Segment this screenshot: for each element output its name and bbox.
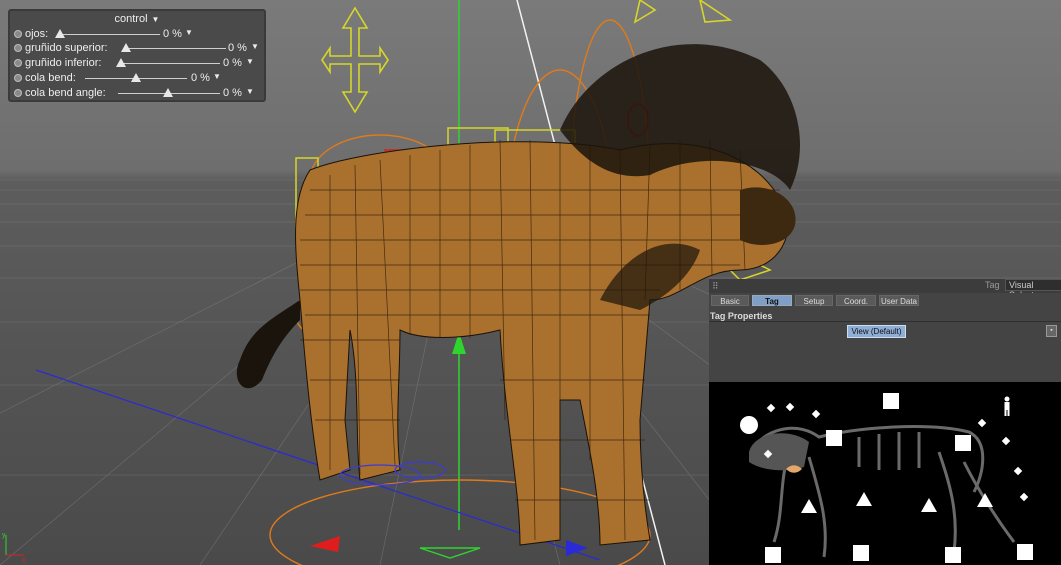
triangle-knob-icon[interactable] <box>55 29 65 38</box>
control-title-label: control <box>114 13 148 25</box>
keyframe-dot-icon[interactable] <box>14 30 22 38</box>
triangle-knob-icon[interactable] <box>163 88 173 97</box>
tab-coord[interactable]: Coord. <box>836 295 876 306</box>
tab-basic[interactable]: Basic <box>711 295 749 306</box>
picker-diamond-icon[interactable] <box>1001 436 1011 446</box>
control-value[interactable]: 0 % <box>191 72 210 84</box>
tab-tag[interactable]: Tag <box>752 295 792 306</box>
visual-selector-picker[interactable] <box>709 382 1061 565</box>
grip-icon[interactable]: ⠿ <box>712 281 719 292</box>
picker-triangle-icon[interactable] <box>977 493 993 507</box>
triangle-knob-icon[interactable] <box>131 73 141 82</box>
control-title[interactable]: control ▼ <box>10 13 264 25</box>
control-label: cola bend angle: <box>25 87 106 99</box>
expand-icon[interactable]: ▪ <box>1046 325 1057 337</box>
triangle-knob-icon[interactable] <box>121 43 131 52</box>
picker-square-icon[interactable] <box>955 435 971 451</box>
green-triangle-icon[interactable] <box>419 547 481 559</box>
chevron-down-icon[interactable]: ▼ <box>246 57 254 66</box>
keyframe-dot-icon[interactable] <box>14 44 22 52</box>
picker-square-icon[interactable] <box>826 430 842 446</box>
svg-text:y: y <box>2 532 6 539</box>
chevron-down-icon[interactable]: ▼ <box>185 28 193 37</box>
picker-square-icon[interactable] <box>945 547 961 563</box>
control-value[interactable]: 0 % <box>228 42 247 54</box>
picker-diamond-icon[interactable] <box>785 402 795 412</box>
picker-diamond-icon[interactable] <box>977 418 987 428</box>
control-row-grunido-superior[interactable]: gruñido superior: 0 % ▼ <box>13 41 263 56</box>
control-row-ojos[interactable]: ojos: 0 % ▼ <box>13 27 263 42</box>
picker-canvas[interactable] <box>709 382 1061 565</box>
chevron-down-icon[interactable]: ▼ <box>246 87 254 96</box>
control-value[interactable]: 0 % <box>163 28 182 40</box>
picker-triangle-icon[interactable] <box>856 492 872 506</box>
control-value[interactable]: 0 % <box>223 57 242 69</box>
attribute-mode-value[interactable]: Visual Selector <box>1005 279 1061 300</box>
slider-track[interactable] <box>58 34 160 35</box>
rig-paw-controls[interactable] <box>339 461 446 486</box>
view-default-button[interactable]: View (Default) <box>847 325 906 338</box>
control-row-cola-bend-angle[interactable]: cola bend angle: 0 % ▼ <box>13 86 263 101</box>
tab-user-data[interactable]: User Data <box>879 295 919 306</box>
chevron-down-icon[interactable]: ▼ <box>251 42 259 51</box>
picker-diamond-icon[interactable] <box>766 403 776 413</box>
control-panel[interactable]: control ▼ ojos: 0 % ▼ gruñido superior: 0… <box>8 9 266 102</box>
section-divider <box>709 321 1061 322</box>
blue-arrow-icon[interactable] <box>566 540 588 556</box>
attribute-tabs: Basic Tag Setup Coord. User Data <box>709 293 1061 308</box>
svg-text:x: x <box>22 557 26 564</box>
picker-triangle-icon[interactable] <box>801 499 817 513</box>
chevron-down-icon[interactable]: ▼ <box>213 72 221 81</box>
keyframe-dot-icon[interactable] <box>14 59 22 67</box>
control-label: ojos: <box>25 28 49 40</box>
slider-track[interactable] <box>124 48 226 49</box>
picker-square-icon[interactable] <box>1017 544 1033 560</box>
control-label: gruñido inferior: <box>25 57 102 69</box>
control-label: gruñido superior: <box>25 42 108 54</box>
human-figure-icon[interactable] <box>1004 396 1010 417</box>
attribute-body: Tag Properties View (Default) ▪ <box>709 308 1061 382</box>
picker-triangle-icon[interactable] <box>921 498 937 512</box>
slider-track[interactable] <box>120 63 220 64</box>
keyframe-dot-icon[interactable] <box>14 74 22 82</box>
control-label: cola bend: <box>25 72 76 84</box>
tab-setup[interactable]: Setup <box>795 295 833 306</box>
section-title: Tag Properties <box>710 311 773 321</box>
chevron-down-icon[interactable]: ▼ <box>152 15 160 24</box>
skull-image <box>749 433 809 471</box>
picker-square-icon[interactable] <box>883 393 899 409</box>
picker-diamond-icon[interactable] <box>1019 492 1029 502</box>
picker-square-icon[interactable] <box>853 545 869 561</box>
control-value[interactable]: 0 % <box>223 87 242 99</box>
picker-diamond-icon[interactable] <box>1013 466 1023 476</box>
triangle-knob-icon[interactable] <box>116 58 126 67</box>
red-arrow-icon[interactable] <box>310 536 340 552</box>
keyframe-dot-icon[interactable] <box>14 89 22 97</box>
attribute-manager-header: ⠿ Tag Visual Selector <box>709 279 1061 300</box>
attribute-mode-label: Tag <box>985 280 1000 290</box>
control-row-cola-bend[interactable]: cola bend: 0 % ▼ <box>13 71 263 86</box>
axis-indicator-icon: y x <box>2 532 26 564</box>
picker-square-icon[interactable] <box>765 547 781 563</box>
picker-diamond-icon[interactable] <box>811 409 821 419</box>
control-row-grunido-inferior[interactable]: gruñido inferior: 0 % ▼ <box>13 56 263 71</box>
picker-circle-icon[interactable] <box>740 416 758 434</box>
